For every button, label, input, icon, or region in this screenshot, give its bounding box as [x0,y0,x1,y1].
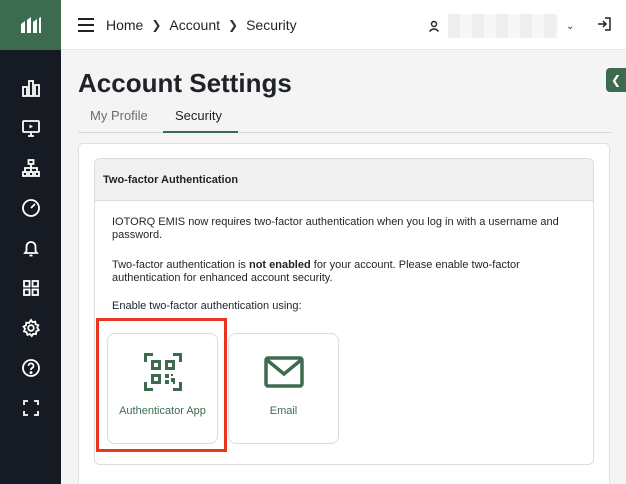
envelope-icon [263,356,304,388]
selection-highlight [96,318,227,452]
tab-security[interactable]: Security [175,108,222,123]
gauge-icon [21,199,40,217]
page-title: Account Settings [78,68,292,98]
two-factor-prompt: Enable two-factor authentication using: [112,300,302,312]
chevron-left-icon: ❮ [610,73,622,87]
sidebar [0,0,61,484]
logo-icon [20,17,41,33]
sidebar-item-dashboard[interactable] [0,68,61,108]
user-name-redacted [448,14,558,38]
hierarchy-icon [21,159,40,177]
monitor-icon [21,120,40,137]
logout-icon[interactable] [596,16,612,32]
top-header: Home ❯ Account ❯ Security ⌄ [61,0,626,50]
fullscreen-icon [22,400,39,416]
user-menu[interactable]: ⌄ [428,14,574,38]
sidebar-item-apps[interactable] [0,268,61,308]
sidebar-item-hierarchy[interactable] [0,148,61,188]
logo[interactable] [0,0,61,50]
breadcrumb-home[interactable]: Home [106,17,143,33]
two-factor-intro: IOTORQ EMIS now requires two-factor auth… [112,216,559,241]
chevron-down-icon: ⌄ [566,20,575,32]
hamburger-menu-icon[interactable] [77,16,95,34]
email-label: Email [269,405,298,417]
tab-bar: My Profile Security [78,103,611,133]
user-icon [428,20,440,32]
sidebar-item-help[interactable] [0,348,61,388]
gear-icon [21,318,40,338]
bar-chart-icon [21,80,40,97]
email-option[interactable]: Email [228,333,339,444]
two-factor-heading: Two-factor Authentication [95,159,593,201]
bell-icon [22,241,39,257]
sidebar-item-alerts[interactable] [0,228,61,268]
help-icon [21,359,40,377]
sidebar-item-gauge[interactable] [0,188,61,228]
sidebar-item-settings[interactable] [0,308,61,348]
collapse-panel-button[interactable]: ❮ [606,68,626,92]
breadcrumb-separator-icon: ❯ [151,18,162,32]
status-text-prefix: Two-factor authentication is [112,259,249,271]
status-text-bold: not enabled [248,259,311,271]
breadcrumb: Home ❯ Account ❯ Security [106,17,297,33]
tab-my-profile[interactable]: My Profile [90,108,148,123]
breadcrumb-separator-icon: ❯ [228,18,239,32]
breadcrumb-security: Security [246,17,297,33]
sidebar-item-fullscreen[interactable] [0,388,61,428]
grid-icon [22,280,39,296]
two-factor-status: Two-factor authentication is not enabled… [112,259,582,285]
sidebar-item-monitor[interactable] [0,108,61,148]
breadcrumb-account[interactable]: Account [169,17,220,33]
active-tab-indicator [163,131,238,133]
